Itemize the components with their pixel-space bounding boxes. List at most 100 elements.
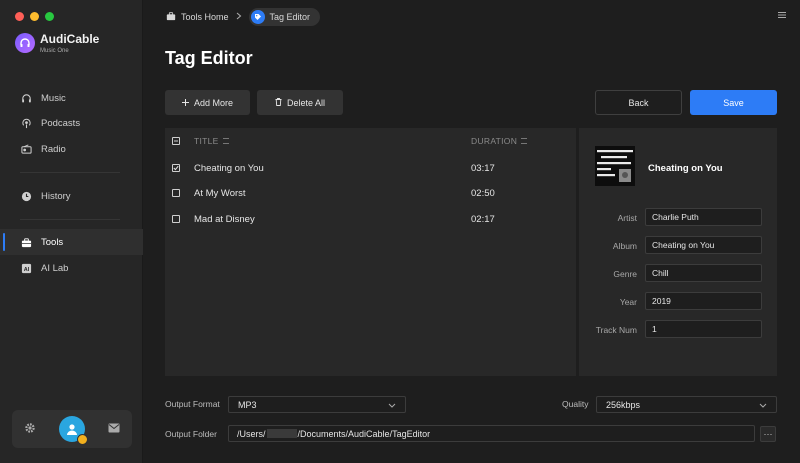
output-format-label: Output Format	[165, 399, 220, 409]
browse-folder-button[interactable]: ···	[760, 426, 776, 442]
table-header: TITLE DURATION	[165, 128, 576, 154]
sidebar: AudiCable Music One Music Podcasts Radio…	[0, 0, 143, 463]
row-checkbox[interactable]	[172, 215, 180, 223]
save-button[interactable]: Save	[690, 90, 777, 115]
genre-label: Genre	[613, 269, 637, 279]
hamburger-menu-icon[interactable]	[778, 11, 786, 19]
detail-track-title: Cheating on You	[648, 163, 723, 174]
track-title: Mad at Disney	[194, 213, 255, 225]
minimize-window-button[interactable]	[30, 12, 39, 21]
sidebar-divider	[20, 172, 120, 173]
mail-icon[interactable]	[108, 423, 120, 436]
quality-label: Quality	[562, 399, 589, 409]
sidebar-item-label: History	[41, 190, 71, 202]
chevron-down-icon	[388, 400, 396, 410]
user-avatar[interactable]	[58, 416, 88, 445]
redacted-username	[266, 429, 297, 438]
breadcrumb-home-label: Tools Home	[181, 12, 229, 22]
quality-select[interactable]: 256kbps	[596, 396, 777, 413]
radio-icon	[20, 143, 32, 155]
track-num-label: Track Num	[595, 325, 637, 335]
title-column-header[interactable]: TITLE	[194, 136, 229, 146]
settings-gear-icon[interactable]	[24, 422, 36, 437]
sidebar-item-tools[interactable]: Tools	[0, 229, 143, 255]
podcast-icon	[20, 117, 32, 129]
track-num-field[interactable]: 1	[645, 320, 762, 338]
headphones-icon	[20, 92, 32, 104]
output-format-value: MP3	[238, 399, 257, 410]
breadcrumb-current-label: Tag Editor	[269, 12, 311, 22]
output-folder-field[interactable]: /Users/ /Documents/AudiCable/TagEditor	[228, 425, 755, 442]
track-table: TITLE DURATION Cheating on You 03:17 At …	[165, 128, 576, 376]
sidebar-item-label: Radio	[41, 143, 66, 155]
sidebar-item-music[interactable]: Music	[0, 85, 143, 111]
delete-all-button[interactable]: Delete All	[257, 90, 343, 115]
sidebar-item-radio[interactable]: Radio	[0, 136, 143, 162]
select-all-checkbox[interactable]	[172, 137, 180, 145]
sidebar-item-label: AI Lab	[41, 262, 69, 274]
ai-icon: AI	[20, 262, 32, 274]
year-label: Year	[619, 297, 637, 307]
table-row[interactable]: Cheating on You 03:17	[165, 155, 576, 181]
trash-icon	[275, 97, 282, 108]
artist-label: Artist	[617, 213, 637, 223]
title-header-label: TITLE	[194, 136, 219, 146]
track-title: At My Worst	[194, 187, 246, 199]
breadcrumb-home[interactable]: Tools Home	[166, 11, 229, 23]
chevron-right-icon	[236, 12, 242, 22]
sidebar-item-label: Podcasts	[41, 117, 81, 129]
row-checkbox[interactable]	[172, 164, 180, 172]
output-format-select[interactable]: MP3	[228, 396, 406, 413]
quality-value: 256kbps	[606, 399, 641, 410]
app-logo-icon	[15, 33, 35, 53]
album-art[interactable]	[595, 146, 635, 186]
toolbox-icon	[166, 11, 176, 23]
sidebar-item-history[interactable]: History	[0, 183, 143, 209]
back-label: Back	[628, 97, 649, 108]
chevron-down-icon	[759, 400, 767, 410]
sidebar-item-ai-lab[interactable]: AI AI Lab	[0, 255, 143, 281]
save-label: Save	[723, 97, 744, 108]
output-folder-label: Output Folder	[165, 429, 217, 439]
row-checkbox[interactable]	[172, 189, 180, 197]
page-title: Tag Editor	[165, 48, 253, 68]
folder-path-suffix: /Documents/AudiCable/TagEditor	[297, 428, 431, 439]
album-label: Album	[612, 241, 637, 251]
duration-header-label: DURATION	[471, 136, 518, 146]
app-name: AudiCable	[40, 32, 100, 46]
close-window-button[interactable]	[15, 12, 24, 21]
sidebar-item-podcasts[interactable]: Podcasts	[0, 110, 143, 136]
breadcrumb-current: Tag Editor	[248, 8, 321, 26]
delete-all-label: Delete All	[286, 97, 326, 108]
window-controls	[15, 12, 54, 21]
maximize-window-button[interactable]	[45, 12, 54, 21]
back-button[interactable]: Back	[595, 90, 682, 115]
sort-icon	[222, 138, 229, 144]
track-duration: 02:50	[471, 187, 495, 199]
main-content: Tools Home Tag Editor Tag Editor Add Mor…	[144, 0, 800, 463]
track-duration: 02:17	[471, 213, 495, 225]
artist-field[interactable]: Charlie Puth	[645, 208, 762, 226]
genre-field[interactable]: Chill	[645, 264, 762, 282]
sidebar-item-label: Music	[41, 92, 66, 104]
sidebar-divider	[20, 219, 120, 220]
track-title: Cheating on You	[194, 162, 264, 174]
tag-icon	[250, 10, 265, 24]
album-field[interactable]: Cheating on You	[645, 236, 762, 254]
table-row[interactable]: At My Worst 02:50	[165, 180, 576, 206]
sidebar-item-label: Tools	[41, 236, 64, 248]
table-row[interactable]: Mad at Disney 02:17	[165, 206, 576, 232]
plus-icon	[181, 98, 189, 108]
toolbox-icon	[20, 236, 32, 248]
sort-icon	[521, 138, 528, 144]
add-more-label: Add More	[193, 97, 234, 108]
svg-text:AI: AI	[23, 266, 29, 272]
add-more-button[interactable]: Add More	[165, 90, 250, 115]
clock-icon	[20, 190, 32, 202]
tag-detail-panel: Cheating on You Artist Charlie Puth Albu…	[579, 128, 777, 376]
breadcrumb: Tools Home Tag Editor	[166, 8, 321, 26]
premium-badge-icon	[76, 434, 88, 445]
duration-column-header[interactable]: DURATION	[471, 136, 528, 146]
year-field[interactable]: 2019	[645, 292, 762, 310]
sidebar-footer	[12, 410, 132, 448]
